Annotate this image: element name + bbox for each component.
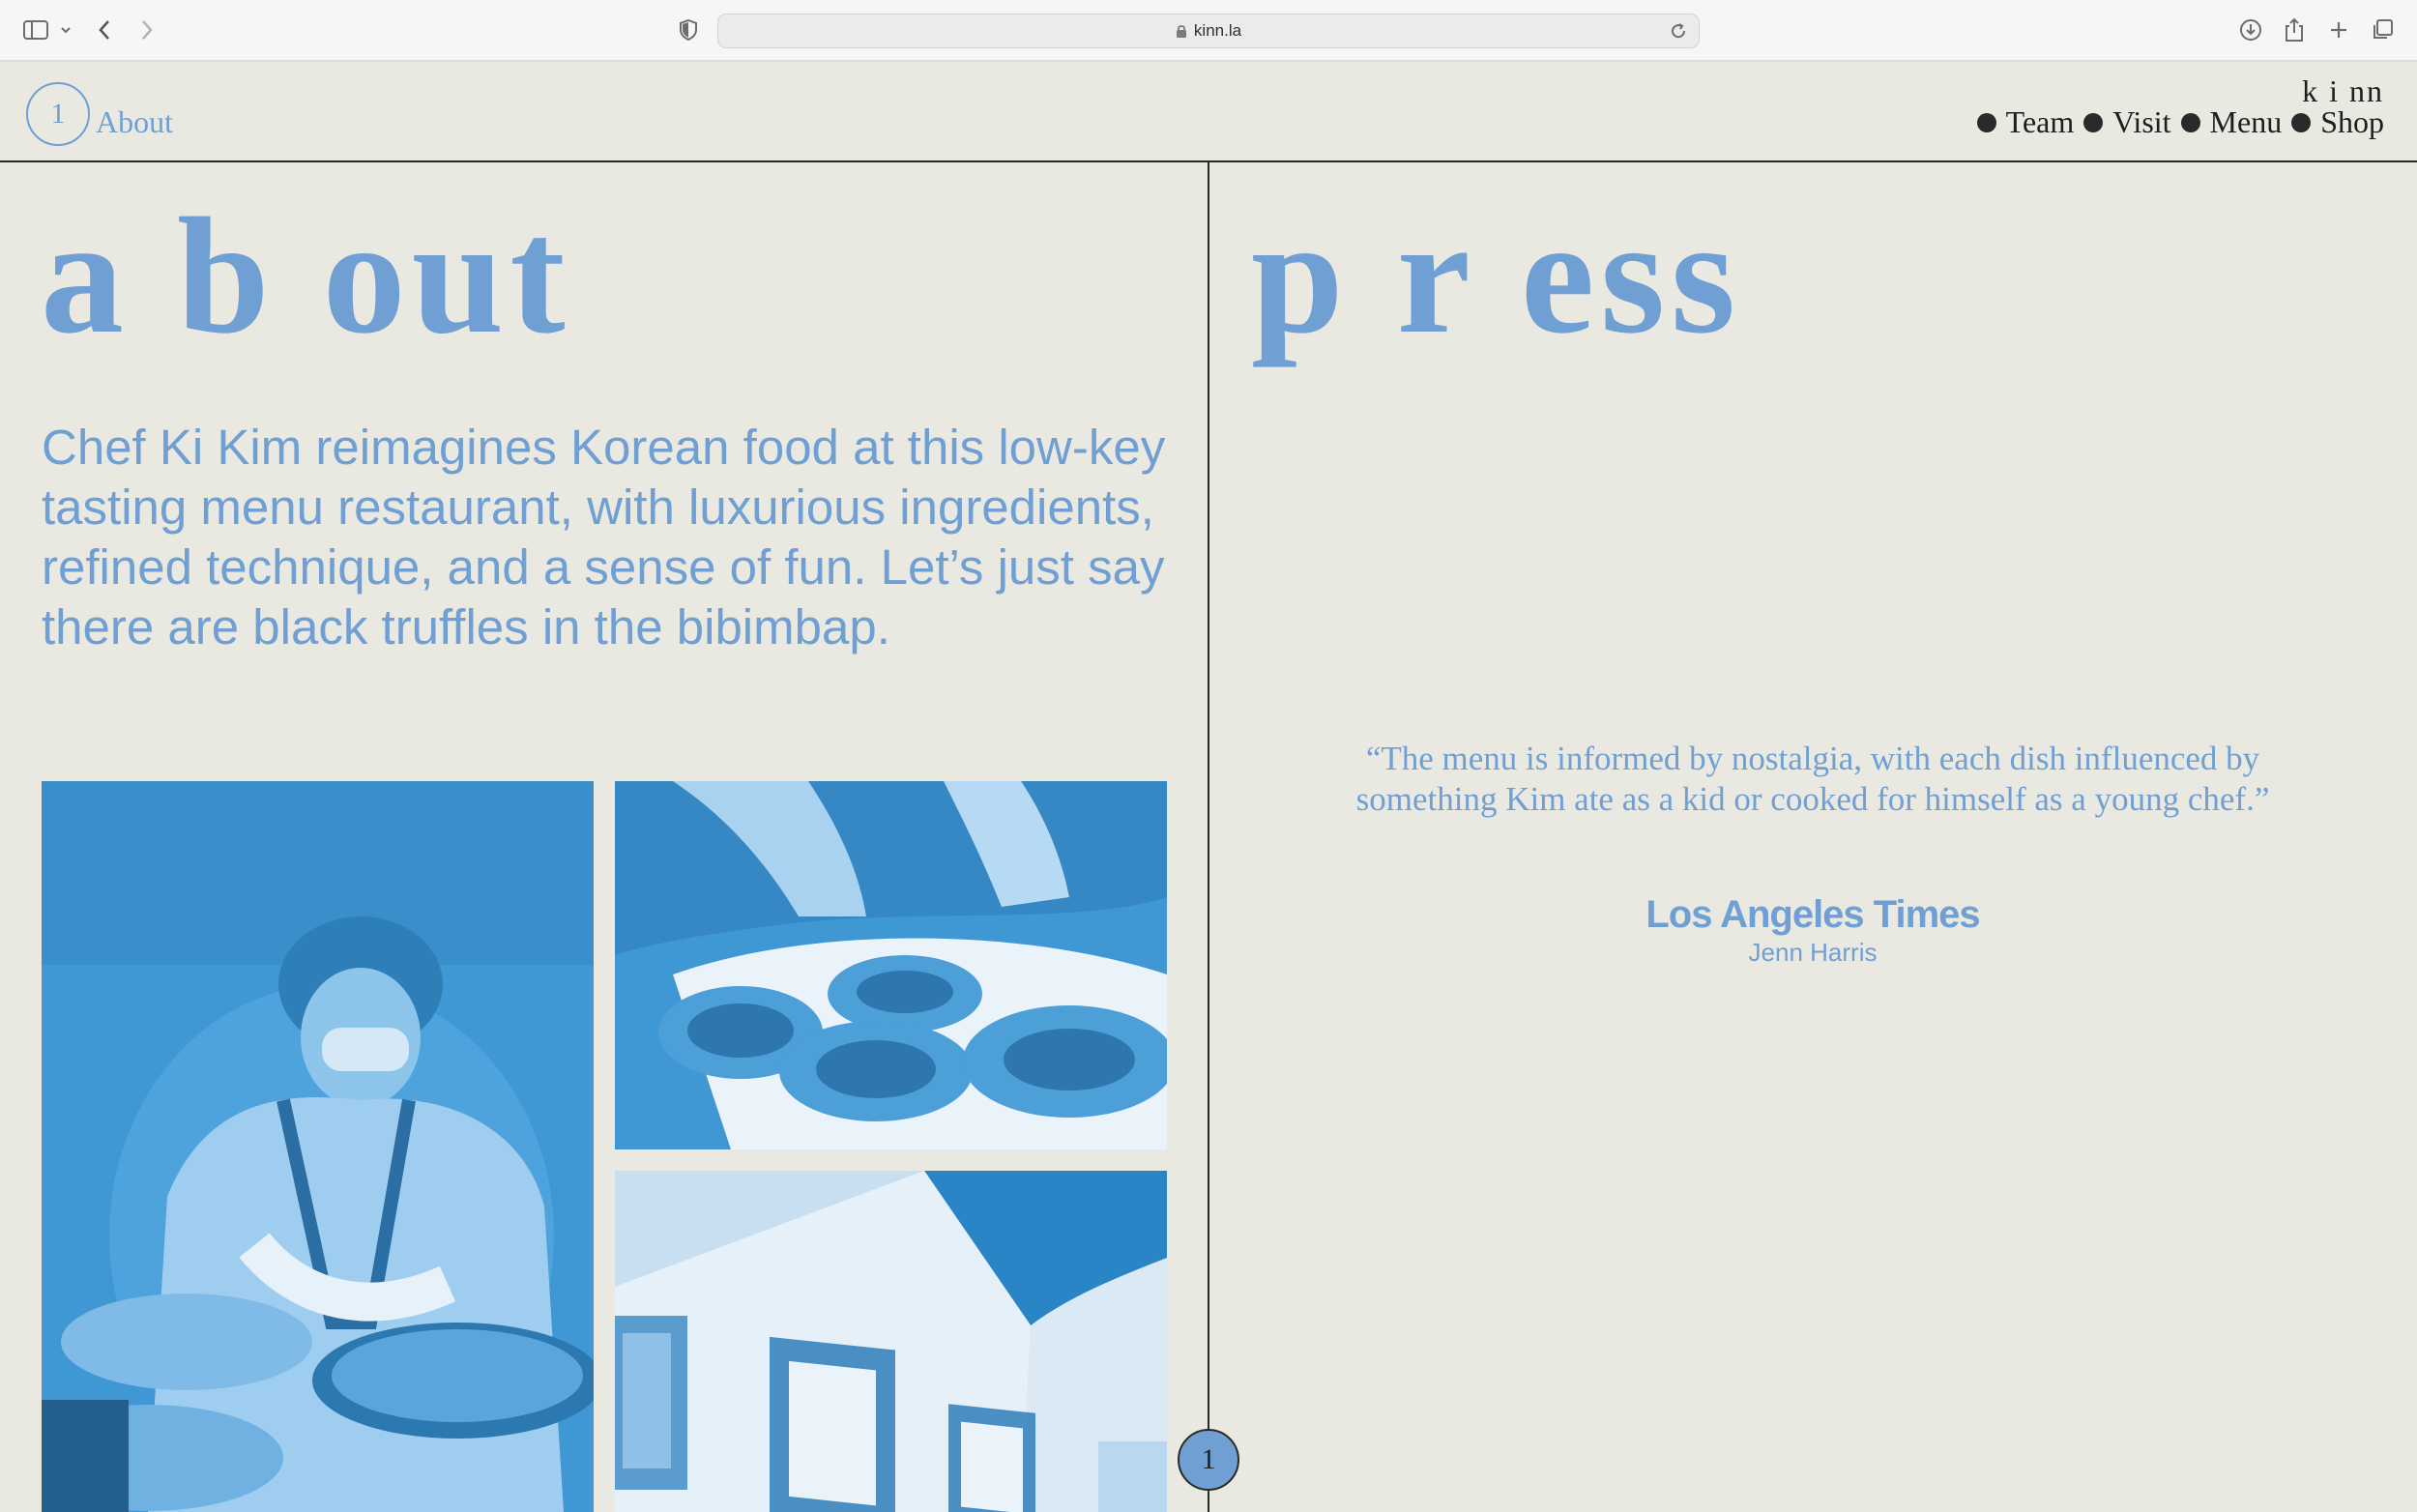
nav-label: Team	[2005, 104, 2075, 139]
section-number: 1	[1201, 1443, 1216, 1475]
press-title: p r ess	[1251, 185, 1742, 368]
bullet-icon	[2180, 112, 2200, 132]
site-header: 1 About k i nn Team Visit Menu Shop	[0, 62, 2417, 162]
press-source[interactable]: Los Angeles Times	[1305, 893, 2320, 937]
about-description: Chef Ki Kim reimagines Korean food at th…	[42, 420, 1166, 654]
press-author: Jenn Harris	[1748, 938, 1878, 967]
bullet-icon	[2083, 112, 2104, 132]
nav-label: Shop	[2320, 104, 2384, 139]
main-nav: Team Visit Menu Shop	[1976, 104, 2384, 140]
nav-item-menu[interactable]: Menu	[2180, 104, 2283, 140]
bullet-icon	[2291, 112, 2312, 132]
about-title: a b out	[41, 185, 571, 368]
section-number-badge[interactable]: 1	[1178, 1429, 1239, 1491]
nav-item-visit[interactable]: Visit	[2083, 104, 2171, 140]
lock-icon	[1176, 24, 1187, 39]
new-tab-icon[interactable]	[2328, 15, 2349, 44]
plated-dishes-photo	[615, 781, 1167, 1149]
downloads-icon[interactable]	[2239, 15, 2262, 44]
privacy-shield-icon[interactable]	[679, 15, 698, 44]
nav-label: Visit	[2112, 104, 2171, 139]
tab-overview-icon[interactable]	[2371, 15, 2394, 44]
bullet-icon	[1976, 112, 1996, 132]
column-divider	[1208, 162, 1209, 1512]
page-number: 1	[50, 98, 66, 130]
browser-toolbar: kinn.la	[0, 0, 2417, 62]
dining-room-wall-photo	[615, 1171, 1167, 1512]
forward-icon[interactable]	[139, 15, 155, 44]
sidebar-toggle-icon[interactable]	[23, 15, 48, 44]
chevron-down-icon[interactable]	[60, 15, 72, 44]
nav-label: Menu	[2209, 104, 2283, 139]
nav-item-shop[interactable]: Shop	[2291, 104, 2384, 140]
address-bar[interactable]: kinn.la	[717, 14, 1700, 48]
page-label: About	[96, 104, 173, 139]
reload-icon[interactable]	[1670, 22, 1687, 40]
back-icon[interactable]	[97, 15, 112, 44]
press-quote: “The menu is informed by nostalgia, with…	[1355, 740, 2270, 818]
share-icon[interactable]	[2284, 15, 2305, 44]
url-text: kinn.la	[1193, 21, 1242, 40]
page-number-badge[interactable]: 1	[26, 82, 90, 146]
chef-plating-photo	[42, 781, 594, 1512]
nav-item-team[interactable]: Team	[1976, 104, 2075, 140]
